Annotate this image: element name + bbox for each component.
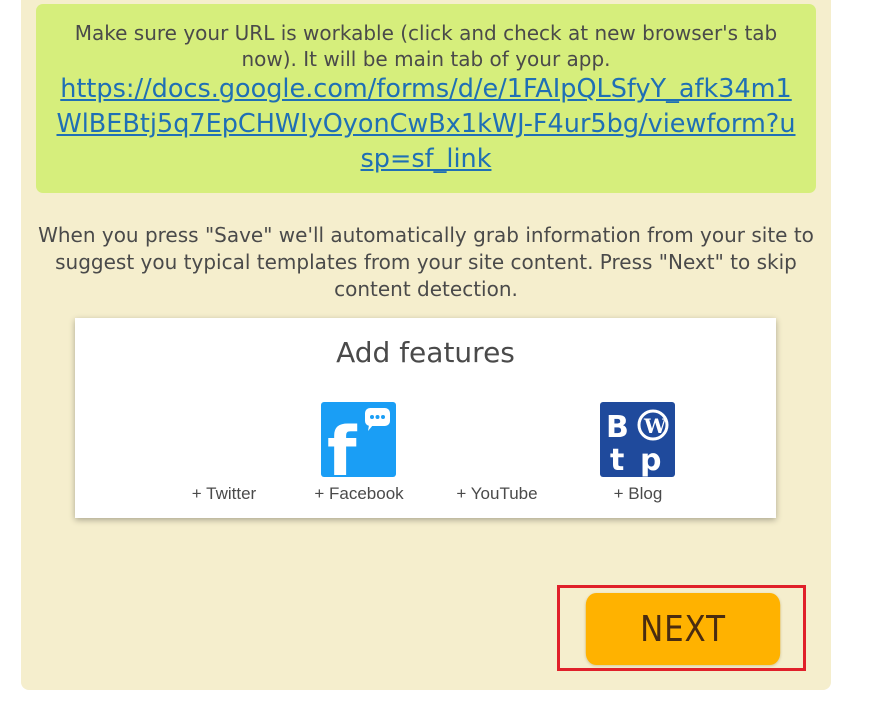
feature-facebook-label: + Facebook (314, 484, 404, 503)
svg-text:f: f (327, 413, 358, 477)
feature-youtube-label: + YouTube (456, 484, 538, 503)
svg-text:t: t (610, 443, 624, 477)
svg-text:p: p (640, 443, 661, 477)
facebook-icon: f (321, 402, 396, 477)
svg-text:B: B (606, 410, 629, 445)
feature-twitter-label: + Twitter (191, 484, 257, 503)
add-features-title: Add features (336, 336, 515, 369)
url-check-box: Make sure your URL is workable (click an… (36, 4, 816, 193)
add-features-card: Add features + Twitter f + Facebook + Yo… (75, 318, 776, 518)
blog-icon: B W t p (600, 402, 675, 477)
next-button-highlight: NEXT (557, 585, 806, 671)
feature-blog-label: + Blog (613, 484, 663, 503)
url-check-message: Make sure your URL is workable (click an… (74, 21, 778, 71)
next-button[interactable]: NEXT (585, 593, 781, 665)
content-detection-info: When you press "Save" we'll automaticall… (38, 223, 814, 301)
app-url-link[interactable]: https://docs.google.com/forms/d/e/1FAIpQ… (52, 72, 800, 177)
svg-text:W: W (643, 414, 667, 438)
